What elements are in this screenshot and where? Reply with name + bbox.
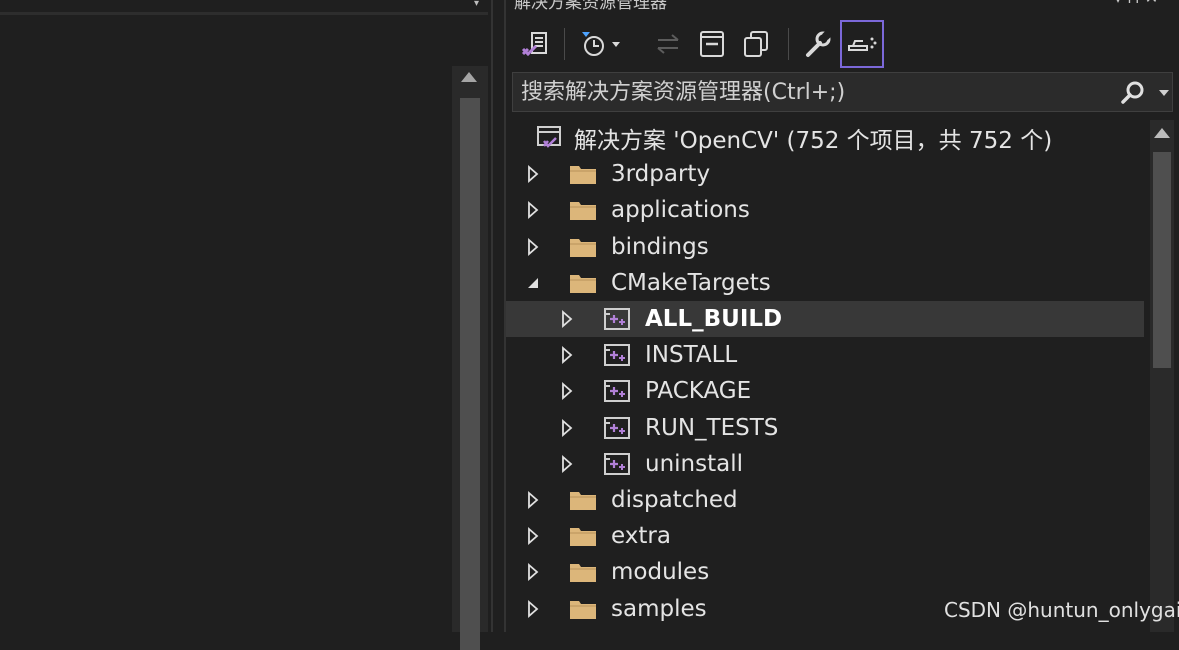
collapsed-chevron-icon[interactable] (560, 418, 574, 437)
folder-icon (568, 161, 598, 187)
tree-folder-row[interactable]: bindings (506, 229, 1144, 265)
folder-icon (568, 559, 598, 585)
collapse-icon (700, 31, 724, 57)
left-pane-scrollbar[interactable] (452, 66, 488, 650)
tree-folder-row[interactable]: CMakeTargets (506, 265, 1144, 301)
collapsed-chevron-icon[interactable] (526, 165, 540, 184)
collapsed-chevron-icon[interactable] (526, 237, 540, 256)
collapsed-chevron-icon[interactable] (526, 201, 540, 220)
tree-project-row[interactable]: RUN_TESTS (506, 410, 1144, 446)
vs-solution-icon (521, 32, 547, 57)
tree-folder-row[interactable]: 3rdparty (506, 156, 1144, 192)
sync-active-document-button[interactable] (648, 24, 688, 64)
folder-icon (568, 197, 598, 223)
collapse-all-button[interactable] (692, 24, 732, 64)
show-all-files-button[interactable] (736, 24, 776, 64)
folder-icon (568, 523, 598, 549)
tree-project-row[interactable]: ALL_BUILD (506, 301, 1144, 337)
search-box[interactable] (512, 72, 1173, 112)
solution-tree: 解决方案 'OpenCV' (752 个项目，共 752 个) 3rdparty a… (506, 120, 1144, 632)
collapsed-chevron-icon[interactable] (526, 599, 540, 618)
tree-item-label: 3rdparty (611, 161, 711, 188)
folder-icon (568, 596, 598, 622)
tree-item-label: dispatched (611, 487, 738, 513)
tree-item-label: PACKAGE (645, 378, 752, 405)
cmake-project-icon (602, 378, 632, 404)
tree-item-label: RUN_TESTS (645, 414, 779, 441)
left-pane: ▾ (0, 0, 492, 650)
toolbar-separator (788, 28, 789, 60)
properties-button[interactable] (798, 24, 838, 64)
cmake-project-icon (602, 306, 632, 332)
expanded-chevron-icon[interactable] (526, 274, 540, 292)
vs-solution-switch-button[interactable] (516, 24, 556, 64)
collapsed-chevron-icon[interactable] (526, 491, 540, 509)
solution-icon (534, 125, 564, 151)
search-options-chevron-down-icon[interactable] (1159, 90, 1169, 96)
watermark: CSDN @huntun_onlygai (944, 598, 1179, 622)
toolbar-separator (564, 28, 565, 60)
panel-title-controls[interactable]: ▾ ⊓ ✕ (1114, 0, 1158, 7)
folder-icon (568, 234, 598, 260)
sync-arrows-icon (657, 34, 679, 54)
preview-selected-button[interactable] (840, 20, 884, 68)
collapsed-chevron-icon[interactable] (560, 346, 574, 365)
copy-icon (744, 31, 768, 57)
tree-project-row[interactable]: uninstall (506, 446, 1144, 482)
solution-explorer-toolbar (506, 18, 1179, 70)
pending-changes-filter-button[interactable] (578, 24, 622, 64)
solution-node[interactable]: 解决方案 'OpenCV' (752 个项目，共 752 个) (506, 120, 1144, 156)
collapsed-chevron-icon[interactable] (560, 382, 574, 401)
scroll-up-arrow-icon[interactable] (1154, 128, 1170, 138)
solution-explorer-panel: 解决方案资源管理器 ▾ ⊓ ✕ (506, 0, 1179, 632)
tree-project-row[interactable]: PACKAGE (506, 373, 1144, 409)
tree-folder-row[interactable]: extra (506, 518, 1144, 554)
cmake-project-icon (602, 451, 632, 477)
collapsed-chevron-icon[interactable] (560, 454, 574, 473)
pane-divider[interactable] (491, 0, 493, 632)
tree-item-label: extra (611, 523, 671, 550)
tree-item-label: samples (611, 595, 707, 622)
tree-item-label: modules (611, 559, 710, 586)
tree-project-row[interactable]: INSTALL (506, 337, 1144, 373)
tree-folder-row[interactable]: dispatched (506, 482, 1144, 518)
scroll-up-arrow-icon[interactable] (461, 72, 477, 82)
wrench-icon (806, 29, 833, 57)
tree-item-label: bindings (611, 233, 709, 260)
left-pane-dropdown-icon[interactable]: ▾ (474, 0, 479, 9)
tree-item-label: 解决方案 'OpenCV' (752 个项目，共 752 个) (574, 128, 1053, 154)
scroll-thumb[interactable] (1153, 152, 1171, 368)
scroll-thumb[interactable] (460, 98, 480, 650)
search-input[interactable] (521, 73, 1111, 111)
tree-folder-row[interactable]: modules (506, 554, 1144, 590)
folder-icon (568, 487, 598, 513)
folder-icon (568, 270, 598, 296)
cmake-project-icon (602, 342, 632, 368)
tree-scrollbar[interactable] (1150, 120, 1174, 632)
tree-item-label: applications (611, 197, 750, 224)
collapsed-chevron-icon[interactable] (526, 563, 540, 582)
tree-item-label: ALL_BUILD (645, 306, 783, 332)
preview-icon (848, 37, 877, 51)
tree-folder-row[interactable]: applications (506, 192, 1144, 228)
left-pane-top-border (0, 12, 488, 15)
tree-item-label: uninstall (645, 450, 743, 477)
clock-filter-icon (582, 32, 620, 56)
collapsed-chevron-icon[interactable] (526, 527, 540, 546)
collapsed-chevron-icon[interactable] (560, 310, 574, 328)
cmake-project-icon (602, 415, 632, 441)
tree-item-label: INSTALL (645, 342, 738, 369)
panel-title: 解决方案资源管理器 (514, 0, 667, 13)
tree-item-label: CMakeTargets (611, 269, 771, 296)
search-icon[interactable] (1119, 79, 1147, 107)
